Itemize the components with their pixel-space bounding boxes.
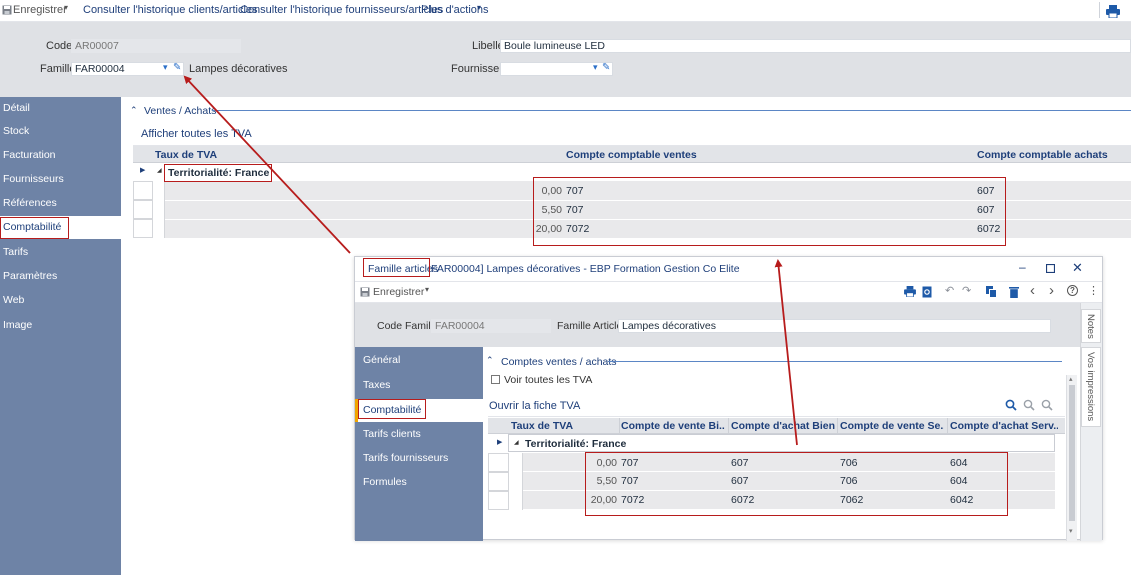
arrow-to-famille-field [183, 75, 351, 254]
arrow-to-accounts [774, 259, 798, 446]
annotation-arrows [183, 75, 798, 446]
